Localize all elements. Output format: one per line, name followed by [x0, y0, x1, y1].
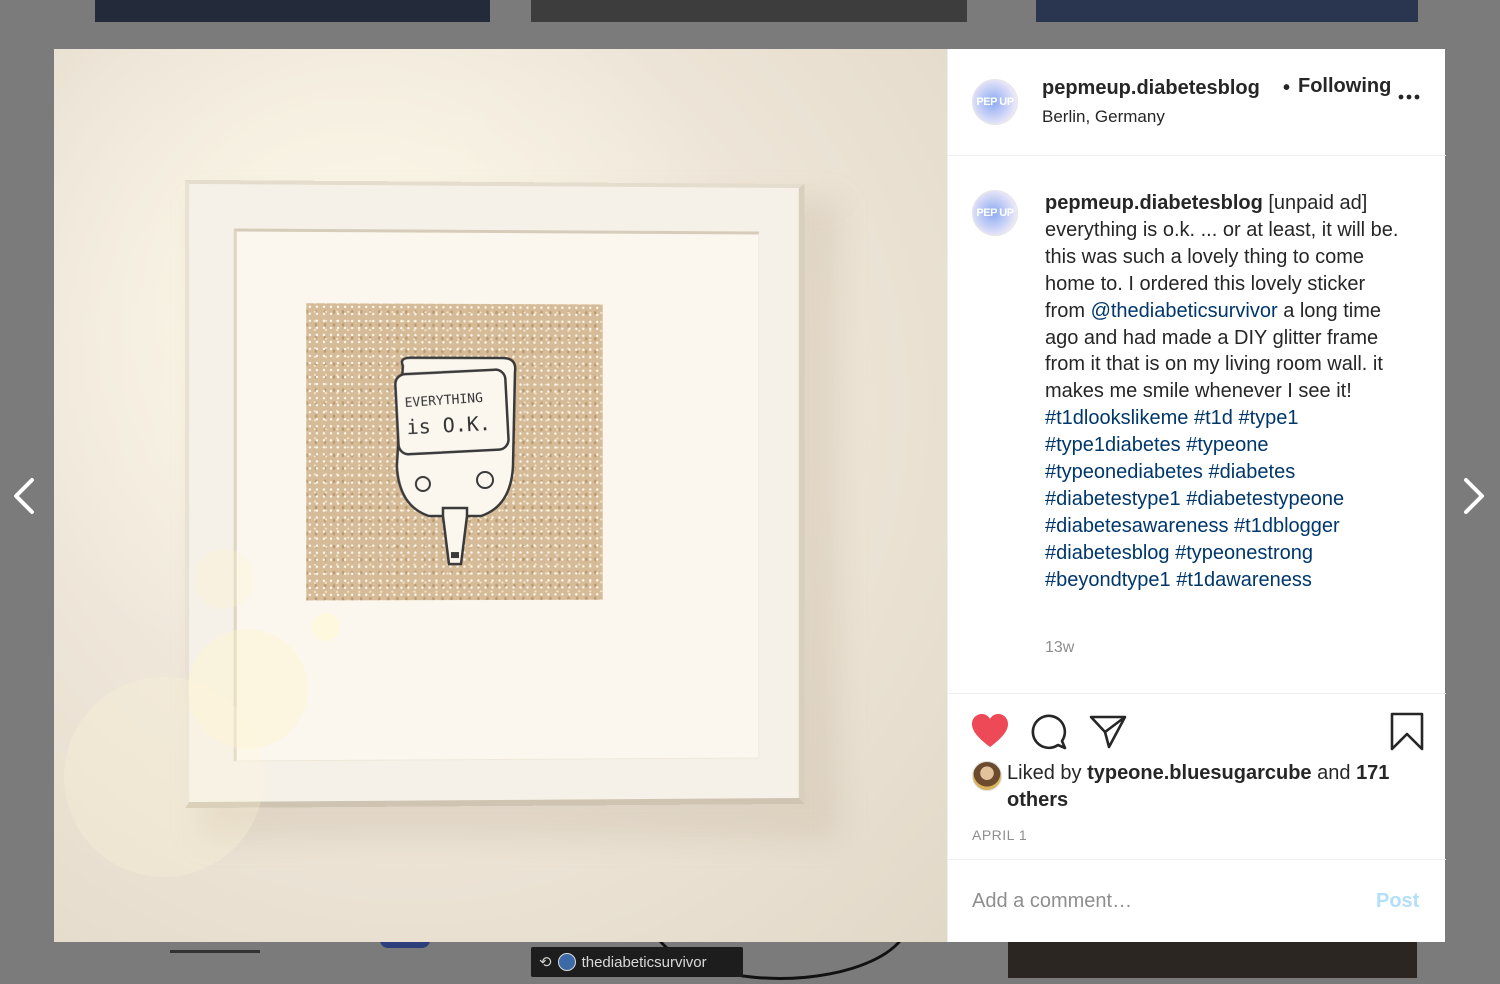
add-comment-section: Post [948, 859, 1446, 942]
hashtag-link[interactable]: #diabetes [1208, 461, 1295, 483]
bokeh-light [312, 613, 340, 641]
feed-tile [95, 0, 490, 22]
post-photo[interactable]: EVERYTHING is O.K. [54, 49, 947, 942]
post-header: PEP UP pepmeup.diabetesblog • Following … [948, 49, 1446, 156]
hashtag-link[interactable]: #beyondtype1 [1045, 569, 1171, 591]
hashtag-link[interactable]: #typeone [1186, 434, 1268, 456]
avatar[interactable]: PEP UP [972, 79, 1018, 125]
feed-tile-tag: ⟲ thediabeticsurvivor [531, 947, 743, 977]
comments-section[interactable]: PEP UP pepmeup.diabetesblog [unpaid ad] … [948, 156, 1446, 693]
post-modal: EVERYTHING is O.K. PEP UP pepmeup.diabet… [54, 49, 1446, 942]
hashtag-link[interactable]: #typeonestrong [1175, 542, 1313, 564]
bookmark-icon[interactable] [1387, 712, 1427, 752]
next-post-button[interactable] [1456, 476, 1492, 516]
header-username[interactable]: pepmeup.diabetesblog [1042, 77, 1260, 100]
hashtag-link[interactable]: #t1dawareness [1176, 569, 1312, 591]
chevron-left-icon [14, 478, 34, 514]
hashtag-link[interactable]: #diabetesblog [1045, 542, 1170, 564]
repost-icon: ⟲ [539, 954, 552, 971]
likes-conjunction: and [1317, 762, 1351, 784]
hashtag-link[interactable]: #t1d [1194, 407, 1233, 429]
share-icon[interactable] [1088, 712, 1128, 752]
glitter-background: EVERYTHING is O.K. [306, 303, 603, 601]
feed-tile [531, 0, 967, 22]
feed-tile-username: thediabeticsurvivor [581, 953, 707, 971]
heart-icon[interactable] [970, 712, 1010, 752]
hashtag-link[interactable]: #diabetestypeone [1186, 488, 1344, 510]
more-icon[interactable] [1397, 85, 1421, 109]
following-button[interactable]: Following [1298, 75, 1391, 98]
hashtag-link[interactable]: #diabetesawareness [1045, 515, 1228, 537]
chevron-right-icon [1464, 478, 1484, 514]
bokeh-light [194, 549, 254, 609]
hashtag-link[interactable]: #diabetestype1 [1045, 488, 1181, 510]
liker-username[interactable]: typeone.bluesugarcube [1087, 762, 1312, 784]
post-details-panel: PEP UP pepmeup.diabetesblog • Following … [947, 49, 1446, 942]
avatar-logo-mark: PEP UP [976, 96, 1014, 108]
hashtag-link[interactable]: #t1dlookslikeme [1045, 407, 1188, 429]
previous-post-button[interactable] [6, 476, 42, 516]
caption-timestamp[interactable]: 13w [1045, 639, 1074, 657]
post-caption: pepmeup.diabetesblog [unpaid ad] everyth… [1045, 190, 1405, 594]
avatar[interactable]: PEP UP [972, 190, 1018, 236]
sticker-text-line2: is O.K. [406, 411, 492, 439]
feed-tile [1008, 942, 1417, 978]
mention-link[interactable]: @thediabeticsurvivor [1091, 300, 1278, 322]
comment-input[interactable] [972, 886, 1352, 916]
caption-username[interactable]: pepmeup.diabetesblog [1045, 192, 1263, 214]
avatar [557, 953, 576, 971]
post-comment-button[interactable]: Post [1376, 890, 1419, 913]
post-actions: Liked by typeone.bluesugarcube and 171 o… [948, 693, 1446, 859]
glucose-meter-sticker: EVERYTHING is O.K. [393, 355, 517, 565]
bokeh-light [64, 677, 264, 877]
hashtag-link[interactable]: #t1dblogger [1234, 515, 1340, 537]
hashtag-link[interactable]: #type1diabetes [1045, 434, 1181, 456]
header-separator: • [1283, 77, 1291, 99]
location-link[interactable]: Berlin, Germany [1042, 107, 1165, 127]
likes-prefix: Liked by [1007, 762, 1082, 784]
comment-icon[interactable] [1029, 712, 1069, 752]
avatar-logo-mark: PEP UP [976, 207, 1014, 219]
feed-tile [1036, 0, 1418, 22]
avatar[interactable] [972, 761, 1002, 791]
likes-summary: Liked by typeone.bluesugarcube and 171 o… [1007, 760, 1407, 814]
hashtag-link[interactable]: #type1 [1238, 407, 1298, 429]
hashtag-link[interactable]: #typeonediabetes [1045, 461, 1203, 483]
post-date[interactable]: APRIL 1 [972, 827, 1027, 843]
